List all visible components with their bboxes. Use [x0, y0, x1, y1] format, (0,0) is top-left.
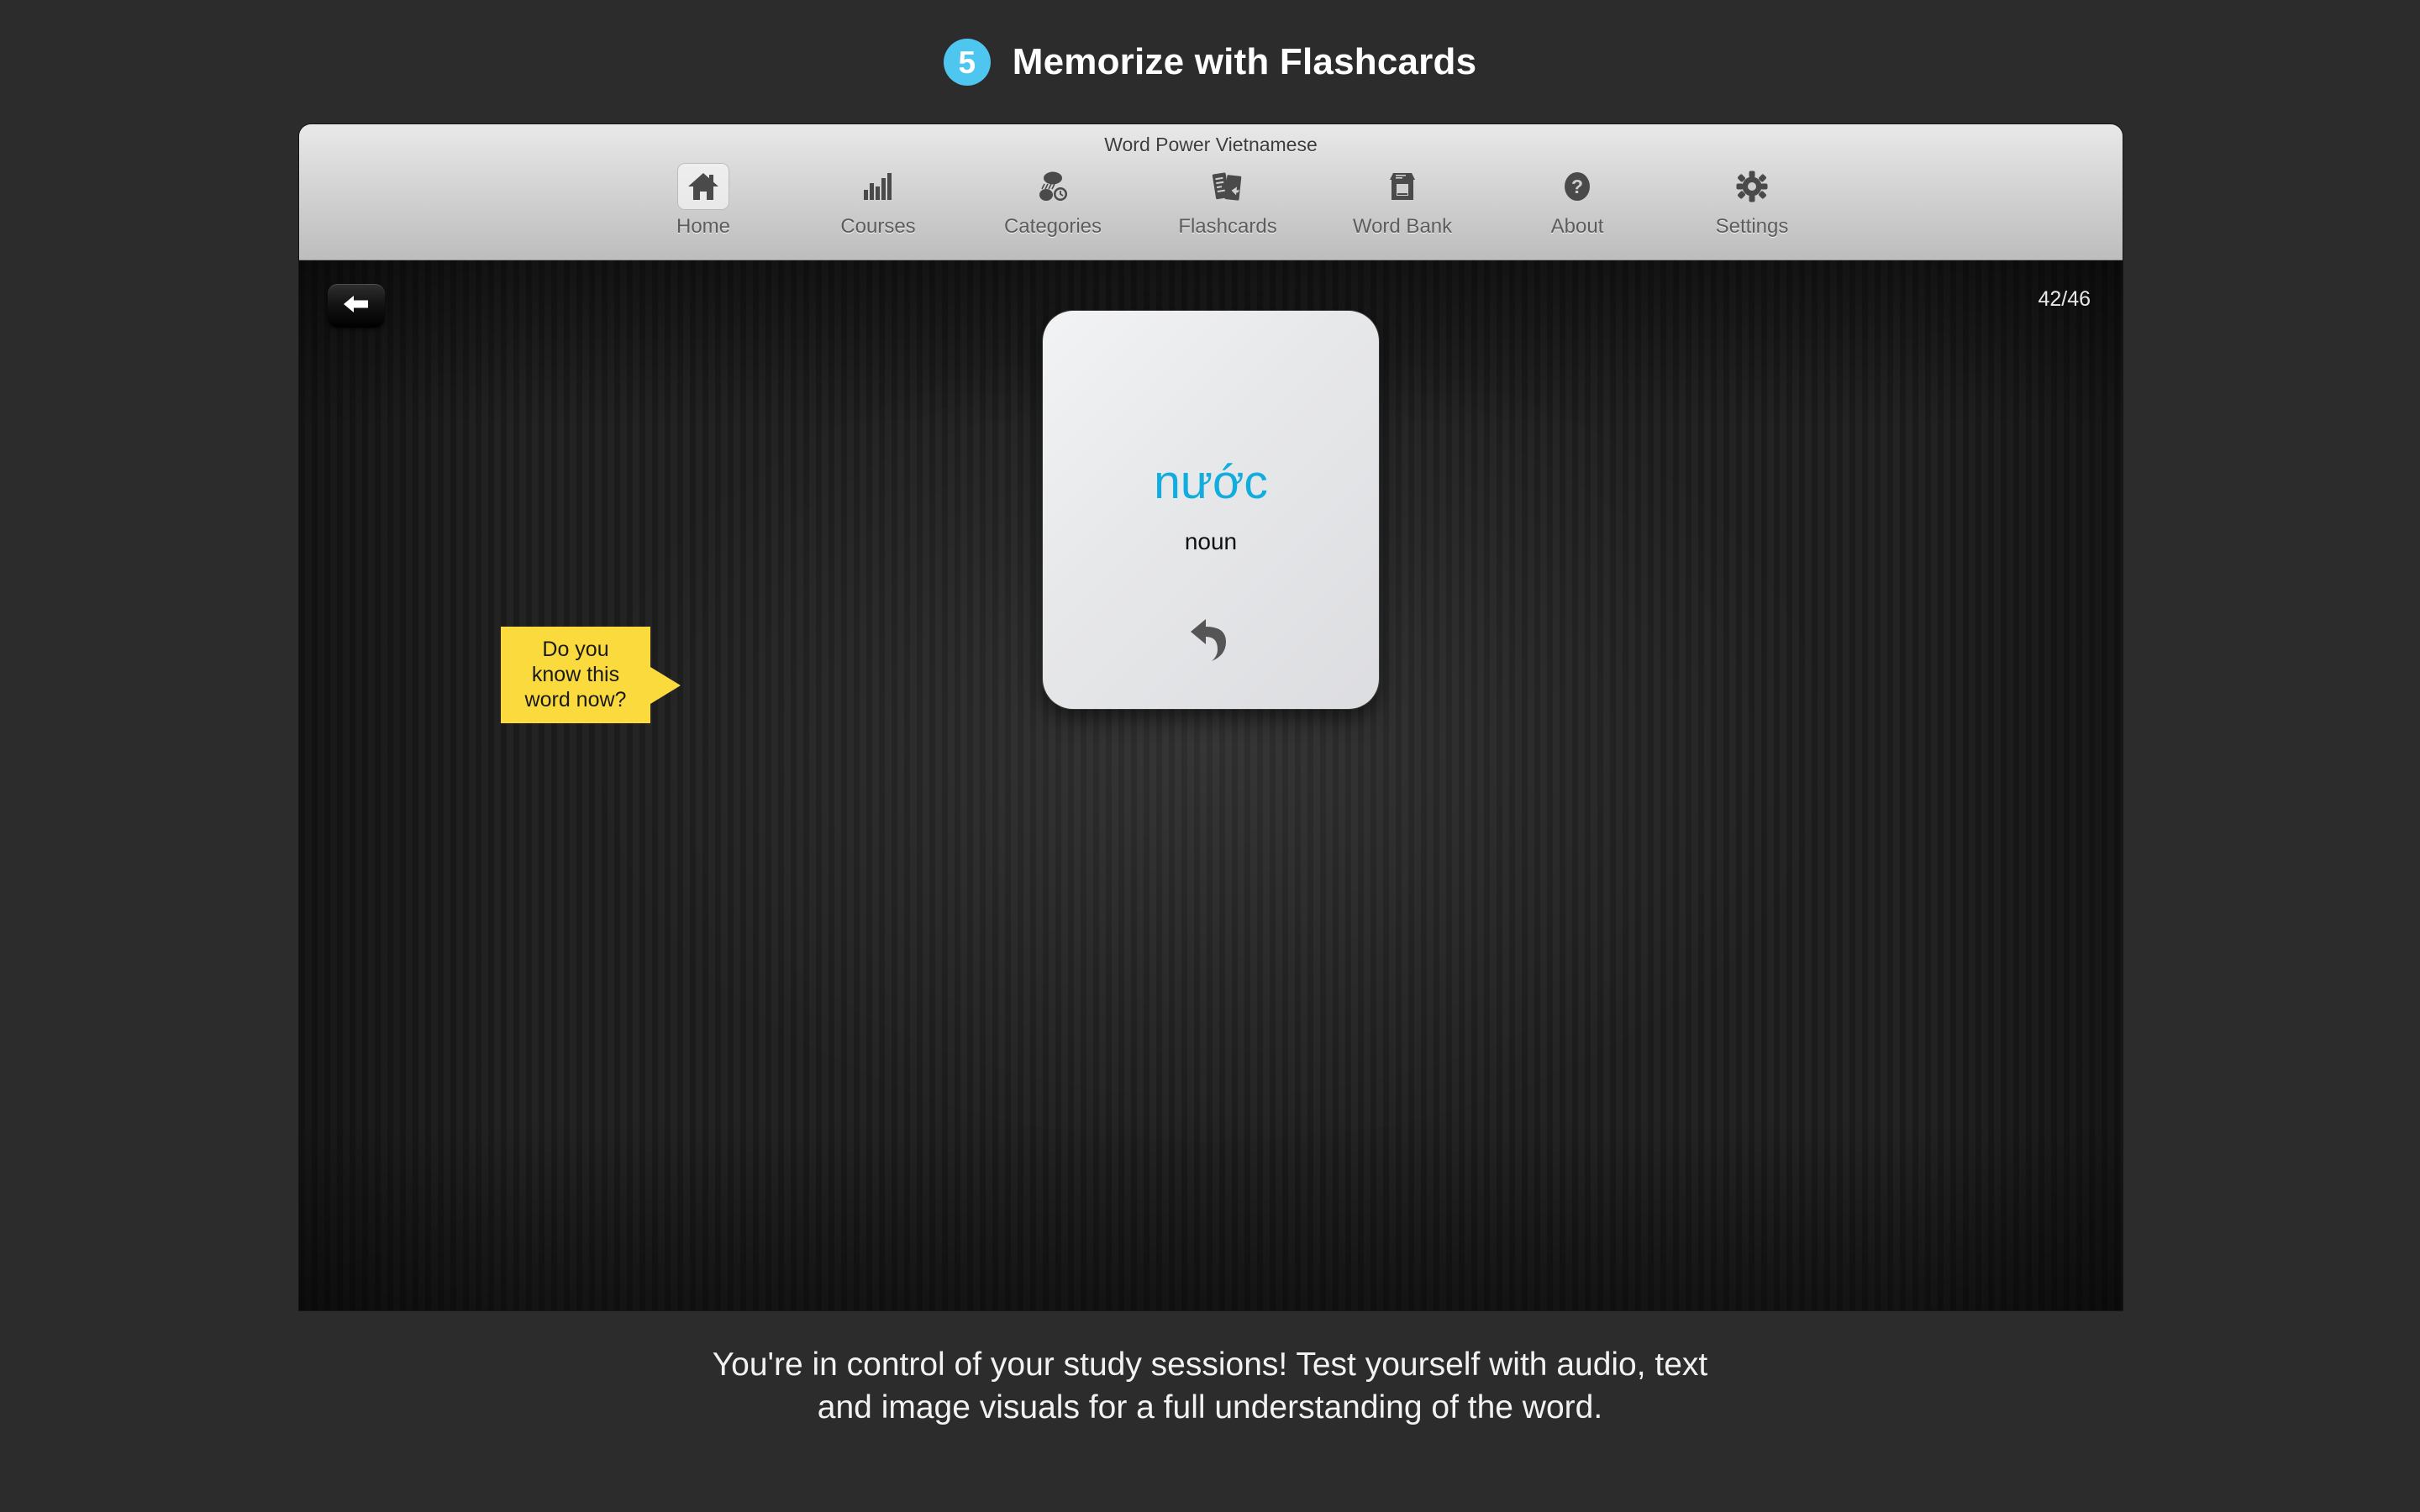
flip-arrow-icon[interactable] [1186, 616, 1236, 664]
toolbar-label: Settings [1715, 215, 1789, 238]
toolbar-label: About [1550, 215, 1604, 238]
tooltip-text: Do you know this word now? [524, 638, 627, 711]
flashcard-word: nước [1154, 455, 1268, 509]
toolbar-item-word-bank[interactable]: Word Bank [1339, 163, 1465, 239]
toolbar-label: Flashcards [1178, 215, 1277, 238]
word-bank-icon [1376, 163, 1428, 210]
caption-line-1: You're in control of your study sessions… [712, 1347, 1708, 1383]
toolbar-item-courses[interactable]: Courses [815, 163, 941, 239]
flashcards-icon [1202, 163, 1254, 210]
window-title: Word Power Vietnamese [1104, 134, 1318, 155]
toolbar-label: Courses [840, 215, 916, 238]
flashcard-stage: 42/46 Do you know this word now? nước no… [299, 260, 2123, 1310]
tooltip-callout: Do you know this word now? [501, 627, 681, 723]
toolbar: Word Power Vietnamese Home Courses Categ… [299, 124, 2123, 316]
step-number-badge: 5 [943, 39, 991, 86]
toolbar-label: Word Bank [1352, 215, 1453, 238]
arrow-left-icon [342, 293, 371, 319]
svg-text:?: ? [1571, 176, 1583, 197]
toolbar-item-about[interactable]: ? About [1514, 163, 1640, 239]
app-window: Word Power Vietnamese Home Courses Categ… [299, 124, 2123, 1310]
toolbar-item-settings[interactable]: Settings [1689, 163, 1815, 239]
card-counter: 42/46 [2038, 287, 2091, 311]
tooltip-tail [650, 667, 681, 704]
caption: You're in control of your study sessions… [0, 1344, 2420, 1429]
step-number-label: 5 [958, 45, 976, 80]
toolbar-item-flashcards[interactable]: Flashcards [1165, 163, 1291, 239]
toolbar-item-home[interactable]: Home [640, 163, 766, 239]
flashcard-part-of-speech: noun [1184, 528, 1238, 554]
toolbar-label: Home [676, 215, 731, 238]
toolbar-label: Categories [1003, 215, 1102, 238]
question-mark-icon: ? [1551, 163, 1603, 210]
bar-chart-icon [852, 163, 904, 210]
page-title: Memorize with Flashcards [1012, 41, 1477, 82]
gear-icon [1726, 163, 1778, 210]
categories-icon [1027, 163, 1079, 210]
back-button[interactable] [328, 284, 385, 328]
home-icon [677, 163, 729, 210]
toolbar-items: Home Courses Categories Flashcards Word … [299, 163, 2123, 239]
toolbar-item-categories[interactable]: Categories [990, 163, 1116, 239]
flashcard[interactable]: nước noun [1043, 311, 1379, 709]
caption-line-2: and image visuals for a full understandi… [817, 1389, 1603, 1425]
page-header: 5 Memorize with Flashcards [0, 0, 2420, 124]
